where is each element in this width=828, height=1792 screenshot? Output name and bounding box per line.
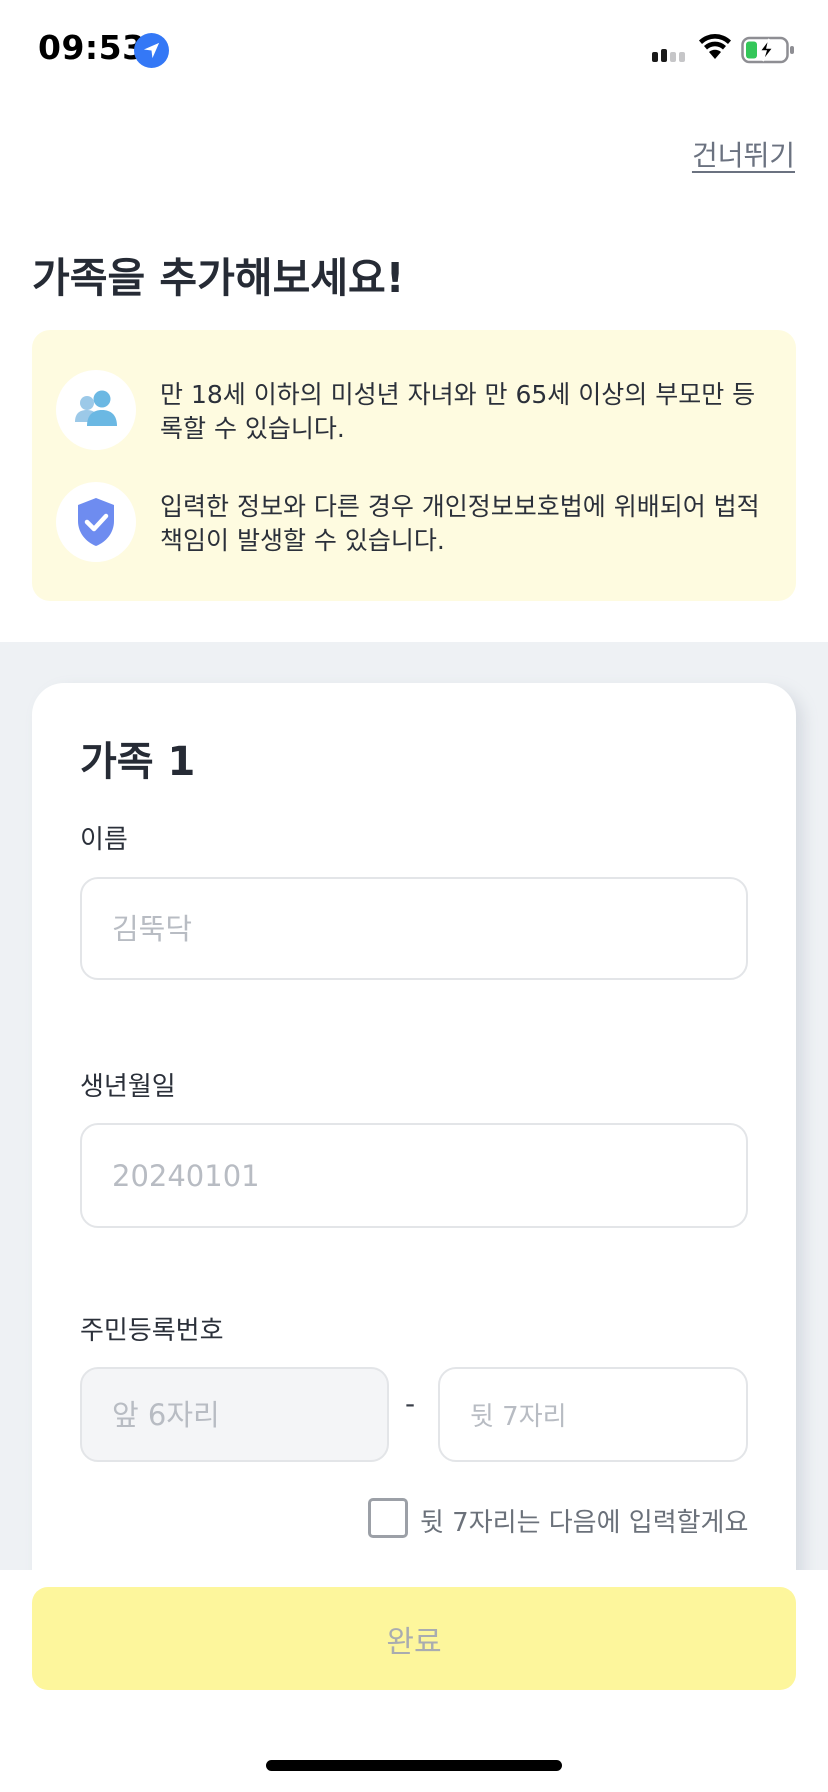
enter-later-checkbox[interactable] — [368, 1498, 408, 1538]
page-title: 가족을 추가해보세요! — [32, 254, 405, 302]
family-icon — [56, 370, 136, 450]
home-indicator — [266, 1760, 562, 1771]
card-title: 가족 1 — [80, 739, 196, 785]
notice-text: 입력한 정보와 다른 경우 개인정보보호법에 위배되어 법적 책임이 발생할 수… — [160, 492, 760, 555]
family-add-screen: 09:53 건너뛰기 가족을 추가해보세요! 만 18세 이하의 미성년 자녀와… — [0, 0, 828, 1792]
rrn-front-input[interactable] — [80, 1367, 389, 1462]
name-input[interactable] — [80, 877, 748, 980]
notice-text: 만 18세 이하의 미성년 자녀와 만 65세 이상의 부모만 등록할 수 있습… — [160, 380, 756, 443]
notice-box: 만 18세 이하의 미성년 자녀와 만 65세 이상의 부모만 등록할 수 있습… — [32, 330, 796, 601]
name-label: 이름 — [80, 825, 128, 855]
battery-charging-icon — [741, 36, 794, 64]
location-arrow-icon — [134, 33, 169, 68]
rrn-label: 주민등록번호 — [80, 1316, 224, 1346]
family-form-card: 가족 1 이름 생년월일 주민등록번호 - 뒷 7자리는 다음에 입력할게요 — [32, 683, 796, 1603]
cellular-signal-icon — [652, 49, 685, 62]
wifi-icon — [699, 34, 731, 59]
enter-later-label: 뒷 7자리는 다음에 입력할게요 — [420, 1508, 749, 1538]
rrn-separator: - — [405, 1387, 416, 1420]
skip-link[interactable]: 건너뛰기 — [692, 134, 795, 174]
birthdate-input[interactable] — [80, 1123, 748, 1228]
status-time: 09:53 — [38, 28, 146, 67]
shield-check-icon — [56, 482, 136, 562]
rrn-back-input[interactable] — [438, 1367, 748, 1462]
complete-button[interactable]: 완료 — [32, 1587, 796, 1690]
birthdate-label: 생년월일 — [80, 1072, 176, 1102]
status-bar: 09:53 — [0, 0, 828, 100]
